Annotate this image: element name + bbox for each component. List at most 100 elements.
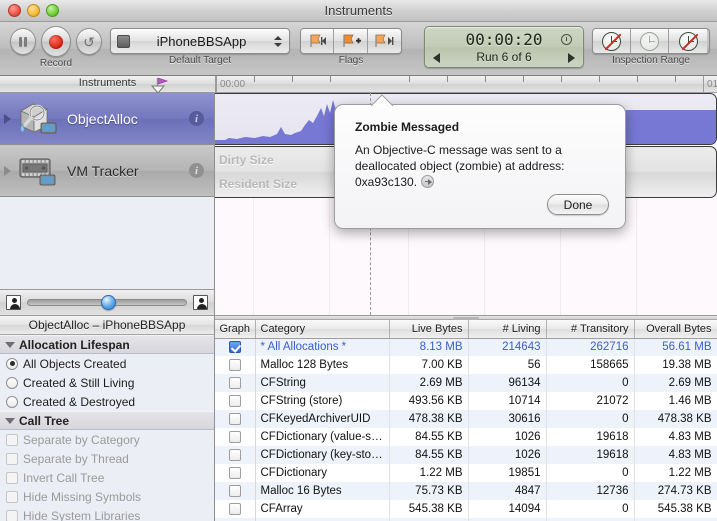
go-arrow-icon[interactable] [421, 174, 435, 188]
column-header-overall-bytes[interactable]: Overall Bytes [634, 320, 717, 339]
inspection-range-group: Inspection Range [592, 28, 710, 66]
option-hide-missing-symbols[interactable]: Hide Missing Symbols [0, 487, 214, 506]
disclosure-triangle-icon[interactable] [4, 113, 11, 124]
column-header-graph[interactable]: Graph [215, 320, 256, 339]
previous-run-button[interactable] [433, 53, 440, 63]
flags-caption: Flags [338, 55, 364, 66]
playhead-marker[interactable] [150, 77, 170, 94]
inspection-clear-button[interactable] [631, 29, 669, 53]
checkbox-icon[interactable] [6, 452, 18, 465]
transitory-cell: 19618 [546, 428, 635, 446]
chevron-updown-icon [273, 35, 283, 47]
table-row[interactable]: Malloc 128 Bytes 7.00 KB 56 158665 19.38… [215, 356, 717, 374]
table-row[interactable]: CFKeyedArchiverUID 478.38 KB 30616 0 478… [215, 410, 717, 428]
info-button[interactable]: i [189, 163, 204, 178]
instrument-row-objectalloc[interactable]: ObjectAlloc i [0, 93, 214, 145]
inspection-range-caption: Inspection Range [612, 55, 690, 66]
inspection-start-button[interactable] [593, 29, 631, 53]
table-row[interactable]: CFDictionary (value-st…) 84.55 KB 1026 1… [215, 428, 717, 446]
done-button[interactable]: Done [547, 194, 609, 215]
slider-knob[interactable] [100, 295, 116, 310]
zombie-popover: Zombie Messaged An Objective-C message w… [334, 104, 626, 229]
record-group: ↺ Record [10, 26, 102, 69]
disclosure-triangle-icon[interactable] [5, 341, 15, 348]
option-invert-call-tree[interactable]: Invert Call Tree [0, 468, 214, 487]
loop-button[interactable]: ↺ [75, 28, 102, 55]
checkbox-icon[interactable] [6, 471, 18, 484]
graph-checkbox[interactable] [228, 394, 241, 407]
next-run-button[interactable] [568, 53, 575, 63]
graph-cell[interactable] [215, 356, 256, 374]
inspection-end-button[interactable] [669, 29, 707, 53]
transitory-cell: 262716 [546, 338, 635, 356]
graph-checkbox[interactable] [228, 502, 241, 515]
graph-cell[interactable] [215, 428, 256, 446]
live-bytes-cell: 75.73 KB [389, 482, 469, 500]
table-row[interactable]: CFString (store) 493.56 KB 10714 21072 1… [215, 392, 717, 410]
graph-cell[interactable] [215, 500, 256, 518]
track-header-strip: Instruments 00:00 01:0 [0, 76, 717, 93]
track-zoom-slider[interactable] [27, 295, 187, 310]
radio-icon[interactable] [6, 376, 18, 389]
option-hide-system-libraries[interactable]: Hide System Libraries [0, 506, 214, 521]
section-label: Allocation Lifespan [19, 337, 130, 352]
option-all-objects-created[interactable]: All Objects Created [0, 354, 214, 373]
radio-icon[interactable] [6, 357, 18, 370]
graph-cell[interactable] [215, 482, 256, 500]
graph-cell[interactable] [215, 374, 256, 392]
graph-checkbox[interactable] [228, 484, 241, 497]
graph-checkbox[interactable] [228, 358, 241, 371]
graph-cell[interactable] [215, 464, 256, 482]
graph-cell[interactable] [215, 410, 256, 428]
timeline-ruler[interactable]: 00:00 01:0 [215, 76, 717, 93]
section-call-tree[interactable]: Call Tree [0, 411, 214, 430]
table-row[interactable]: CFDictionary (key-store) 84.55 KB 1026 1… [215, 446, 717, 464]
overall-bytes-cell: 2.69 MB [634, 374, 717, 392]
disclosure-triangle-icon[interactable] [4, 165, 11, 176]
disclosure-triangle-icon[interactable] [5, 417, 15, 424]
checkbox-icon[interactable] [6, 509, 18, 521]
option-separate-by-thread[interactable]: Separate by Thread [0, 449, 214, 468]
graph-checkbox[interactable] [228, 448, 241, 461]
living-cell: 14094 [468, 500, 547, 518]
transitory-cell: 158665 [546, 356, 635, 374]
table-row[interactable]: Malloc 16 Bytes 75.73 KB 4847 12736 274.… [215, 482, 717, 500]
column-header-living[interactable]: # Living [468, 320, 547, 339]
table-row[interactable]: CFArray 545.38 KB 14094 0 545.38 KB [215, 500, 717, 518]
table-row[interactable]: * All Allocations * 8.13 MB 214643 26271… [215, 338, 717, 356]
graph-cell[interactable] [215, 338, 256, 356]
previous-flag-button[interactable] [301, 29, 335, 53]
table-row[interactable]: CFString 2.69 MB 96134 0 2.69 MB [215, 374, 717, 392]
category-cell: CFString (store) [255, 392, 390, 410]
graph-checkbox[interactable] [228, 340, 241, 353]
overall-bytes-cell: 478.38 KB [634, 410, 717, 428]
option-created-destroyed[interactable]: Created & Destroyed [0, 392, 214, 411]
window-title: Instruments [324, 3, 393, 18]
column-header-category[interactable]: Category [255, 320, 390, 339]
option-created-still-living[interactable]: Created & Still Living [0, 373, 214, 392]
allocations-table-container[interactable]: Graph Category Live Bytes # Living # Tra… [215, 320, 717, 521]
checkbox-icon[interactable] [6, 490, 18, 503]
instrument-name: ObjectAlloc [67, 110, 138, 127]
option-separate-by-category[interactable]: Separate by Category [0, 430, 214, 449]
record-button[interactable] [41, 26, 71, 57]
graph-cell[interactable] [215, 446, 256, 464]
graph-cell[interactable] [215, 392, 256, 410]
column-header-live-bytes[interactable]: Live Bytes [389, 320, 469, 339]
table-row[interactable]: CFDictionary 1.22 MB 19851 0 1.22 MB [215, 464, 717, 482]
default-target-popup[interactable]: iPhoneBBSApp [110, 28, 290, 54]
target-caption: Default Target [168, 55, 232, 66]
instrument-row-vmtracker[interactable]: VM Tracker i [0, 145, 214, 197]
column-header-transitory[interactable]: # Transitory [546, 320, 635, 339]
graph-checkbox[interactable] [228, 430, 241, 443]
checkbox-icon[interactable] [6, 433, 18, 446]
graph-checkbox[interactable] [228, 376, 241, 389]
pause-button[interactable] [10, 28, 37, 55]
graph-checkbox[interactable] [228, 466, 241, 479]
section-allocation-lifespan[interactable]: Allocation Lifespan [0, 335, 214, 354]
radio-icon[interactable] [6, 395, 18, 408]
add-flag-button[interactable] [334, 29, 368, 53]
next-flag-button[interactable] [367, 29, 401, 53]
info-button[interactable]: i [189, 111, 204, 126]
graph-checkbox[interactable] [228, 412, 241, 425]
